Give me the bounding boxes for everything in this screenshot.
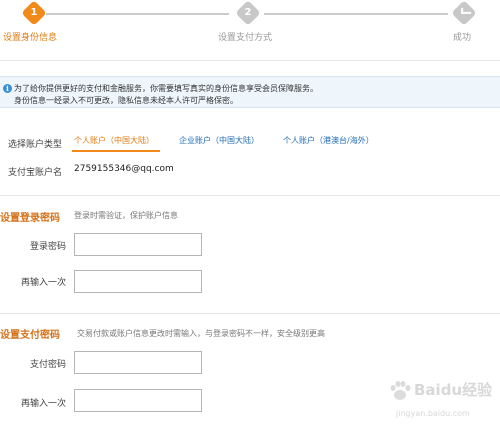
pay-password-repeat-label: 再输入一次 bbox=[20, 399, 66, 409]
paw-icon bbox=[390, 381, 411, 400]
step-1-number: 1 bbox=[30, 7, 38, 18]
account-type-label: 选择账户类型 bbox=[8, 140, 63, 150]
identity-notice: i 为了给你提供更好的支付和金融服务，你需要填写真实的身份信息享受会员保障服务。… bbox=[0, 76, 500, 108]
notice-line-2: 身份信息一经录入不可更改，隐私信息未经本人许可严格保密。 bbox=[14, 96, 238, 105]
check-icon bbox=[461, 7, 472, 14]
login-password-input[interactable] bbox=[74, 233, 202, 256]
info-icon: i bbox=[3, 84, 12, 93]
step-2-number: 2 bbox=[244, 7, 252, 18]
pay-password-label: 支付密码 bbox=[29, 360, 66, 370]
login-password-description: 登录时需验证，保护账户信息 bbox=[74, 211, 178, 220]
progress-steps: 1 2 设置身份信息 设置支付方式 成功 bbox=[0, 0, 500, 50]
login-password-repeat-input[interactable] bbox=[74, 270, 202, 293]
account-name-label: 支付宝账户名 bbox=[8, 168, 63, 178]
login-password-repeat-label: 再输入一次 bbox=[20, 278, 66, 288]
step-2-label: 设置支付方式 bbox=[218, 33, 273, 43]
step-2-marker: 2 bbox=[235, 0, 261, 26]
section-divider bbox=[0, 195, 500, 196]
notice-line-1: 为了给你提供更好的支付和金融服务，你需要填写真实的身份信息享受会员保障服务。 bbox=[14, 84, 318, 93]
baidu-jingyan-watermark: Baidu经验 jingyan.baidu.com bbox=[382, 375, 500, 430]
account-type-enterprise-mainland[interactable]: 企业账户（中国大陆） bbox=[179, 135, 259, 146]
pay-password-repeat-input[interactable] bbox=[74, 389, 202, 412]
step-3-marker bbox=[451, 0, 477, 26]
login-password-label: 登录密码 bbox=[29, 242, 66, 252]
selected-option-underline bbox=[72, 150, 160, 152]
watermark-url: jingyan.baidu.com bbox=[396, 409, 470, 418]
account-name-value: 2759155346@qq.com bbox=[74, 164, 174, 174]
step-1-label: 设置身份信息 bbox=[3, 33, 58, 43]
step-1-marker: 1 bbox=[21, 0, 47, 26]
login-password-title: 设置登录密码 bbox=[0, 213, 60, 224]
step-connector-2 bbox=[264, 13, 448, 15]
account-type-personal-overseas[interactable]: 个人账户（港澳台/海外） bbox=[283, 135, 374, 146]
section-divider bbox=[0, 313, 500, 314]
pay-password-input[interactable] bbox=[74, 351, 202, 374]
pay-password-description: 交易付款或账户信息更改时需输入，与登录密码不一样，安全级别更高 bbox=[77, 329, 325, 338]
pay-password-title: 设置支付密码 bbox=[0, 330, 60, 341]
step-3-label: 成功 bbox=[453, 33, 472, 43]
step-connector-1 bbox=[46, 13, 229, 15]
account-type-personal-mainland[interactable]: 个人账户（中国大陆） bbox=[74, 135, 154, 146]
steps-divider bbox=[0, 60, 500, 61]
watermark-brand: Baidu经验 bbox=[414, 381, 493, 399]
